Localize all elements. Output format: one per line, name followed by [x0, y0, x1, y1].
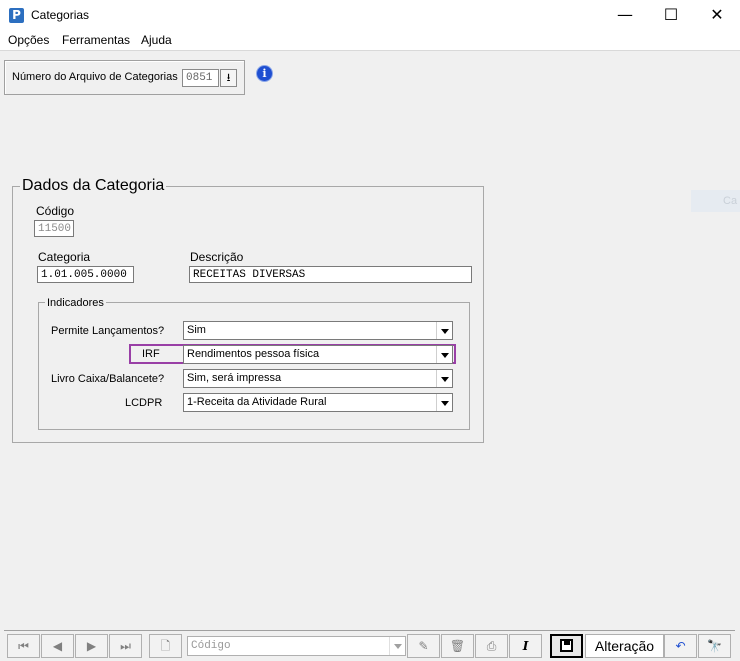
- permite-lancamentos-select[interactable]: Sim: [183, 321, 453, 340]
- file-number-label: Número do Arquivo de Categorias: [12, 71, 178, 83]
- menu-ajuda[interactable]: Ajuda: [141, 33, 172, 47]
- app-icon: P: [9, 8, 24, 23]
- livro-caixa-label: Livro Caixa/Balancete?: [51, 373, 165, 385]
- italic-icon[interactable]: I: [509, 634, 542, 658]
- menu-ferramentas[interactable]: Ferramentas: [62, 33, 130, 47]
- close-button[interactable]: ✕: [694, 0, 740, 31]
- title-bar: P Categorias — ☐ ✕: [0, 0, 740, 31]
- lcdpr-label: LCDPR: [125, 397, 163, 409]
- lcdpr-select[interactable]: 1-Receita da Atividade Rural: [183, 393, 453, 412]
- edit-icon[interactable]: ✎: [407, 634, 440, 658]
- categoria-label: Categoria: [38, 250, 91, 264]
- save-icon: [560, 639, 573, 652]
- indicators-title: Indicadores: [45, 296, 106, 310]
- bottom-toolbar: ⏮ ◀ ▶ ⏭ 🗋 Código ✎ 🗑 ⎙ I Alteração ↶ 🔭: [4, 630, 735, 658]
- first-record-icon[interactable]: ⏮: [7, 634, 40, 658]
- irf-select[interactable]: Rendimentos pessoa física: [183, 345, 453, 364]
- next-record-icon[interactable]: ▶: [75, 634, 108, 658]
- chevron-down-icon[interactable]: [436, 346, 452, 363]
- save-button[interactable]: [550, 634, 583, 658]
- delete-icon[interactable]: 🗑: [441, 634, 474, 658]
- menu-opcoes[interactable]: Opções: [8, 33, 49, 47]
- chevron-down-icon[interactable]: [436, 370, 452, 387]
- lcdpr-value: 1-Receita da Atividade Rural: [187, 396, 327, 408]
- info-icon[interactable]: i: [257, 66, 272, 81]
- permite-lancamentos-label: Permite Lançamentos?: [51, 325, 165, 337]
- code-search-placeholder: Código: [191, 640, 231, 652]
- hidden-tab[interactable]: Ca: [691, 190, 740, 212]
- irf-label: IRF: [142, 348, 160, 360]
- categoria-field[interactable]: 1.01.005.0000: [37, 266, 134, 283]
- chevron-down-icon[interactable]: [389, 637, 405, 655]
- permite-lancamentos-value: Sim: [187, 324, 206, 336]
- file-number-panel: Número do Arquivo de Categorias 0851 ⭳: [4, 60, 245, 95]
- livro-caixa-value: Sim, será impressa: [187, 372, 282, 384]
- previous-record-icon[interactable]: ◀: [41, 634, 74, 658]
- last-record-icon[interactable]: ⏭: [109, 634, 142, 658]
- irf-value: Rendimentos pessoa física: [187, 348, 320, 360]
- descricao-field[interactable]: RECEITAS DIVERSAS: [189, 266, 472, 283]
- binoculars-icon[interactable]: 🔭: [698, 634, 731, 658]
- maximize-button[interactable]: ☐: [648, 0, 694, 31]
- download-icon[interactable]: ⭳: [220, 69, 237, 87]
- menu-bar: Opções Ferramentas Ajuda: [0, 31, 740, 51]
- livro-caixa-select[interactable]: Sim, será impressa: [183, 369, 453, 388]
- undo-icon[interactable]: ↶: [664, 634, 697, 658]
- minimize-button[interactable]: —: [602, 0, 648, 31]
- descricao-label: Descrição: [190, 250, 244, 264]
- chevron-down-icon[interactable]: [436, 394, 452, 411]
- new-document-icon[interactable]: 🗋: [149, 634, 182, 658]
- codigo-label: Código: [36, 204, 75, 218]
- codigo-field[interactable]: 11500: [34, 220, 74, 237]
- chevron-down-icon[interactable]: [436, 322, 452, 339]
- code-search-field[interactable]: Código: [187, 636, 406, 656]
- category-group-title: Dados da Categoria: [20, 177, 167, 195]
- file-number-input[interactable]: 0851: [182, 69, 219, 87]
- print-icon[interactable]: ⎙: [475, 634, 508, 658]
- window-title: Categorias: [31, 8, 90, 22]
- mode-indicator: Alteração: [585, 634, 664, 658]
